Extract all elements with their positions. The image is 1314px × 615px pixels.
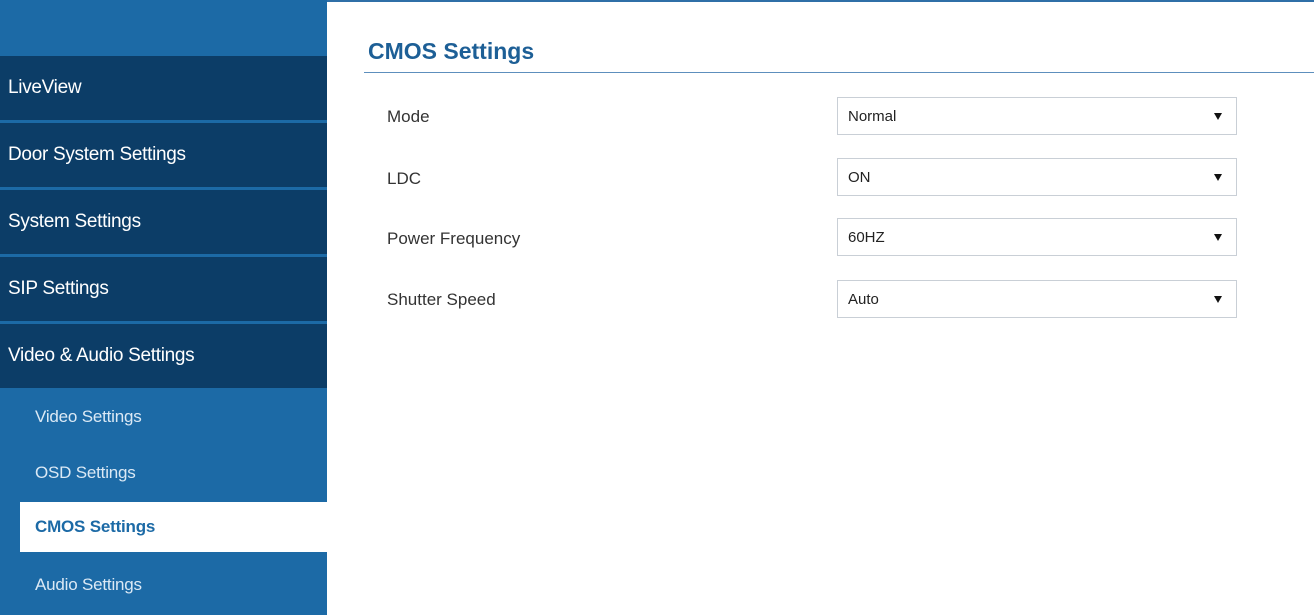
shutter-speed-label: Shutter Speed xyxy=(387,290,496,309)
sidebar-subitem-video-settings[interactable]: Video Settings xyxy=(0,392,327,442)
sidebar-subitem-cmos-settings[interactable]: CMOS Settings xyxy=(20,502,327,552)
chevron-down-icon xyxy=(1214,113,1222,120)
mode-select[interactable]: Normal xyxy=(837,97,1237,135)
sidebar-item-system-settings[interactable]: System Settings xyxy=(0,190,327,254)
sidebar-item-liveview[interactable]: LiveView xyxy=(0,56,327,120)
shutter-speed-select[interactable]: Auto xyxy=(837,280,1237,318)
sidebar-subitem-label: OSD Settings xyxy=(35,463,136,482)
sidebar-item-label: Video & Audio Settings xyxy=(8,345,195,366)
ldc-select-value: ON xyxy=(848,168,871,186)
sidebar-item-sip-settings[interactable]: SIP Settings xyxy=(0,257,327,321)
ldc-label: LDC xyxy=(387,169,422,188)
chevron-down-icon xyxy=(1214,234,1222,241)
sidebar-subitem-label: Audio Settings xyxy=(35,575,142,594)
sidebar-header xyxy=(0,2,327,56)
sidebar-item-label: System Settings xyxy=(8,211,141,232)
sidebar-item-video-audio-settings[interactable]: Video & Audio Settings xyxy=(0,324,327,388)
chevron-down-icon xyxy=(1214,296,1222,303)
mode-label: Mode xyxy=(387,107,430,126)
mode-select-value: Normal xyxy=(848,107,897,125)
page-title: CMOS Settings xyxy=(368,38,535,64)
title-divider xyxy=(364,72,1314,73)
main-content: CMOS Settings Mode Normal LDC ON Power F… xyxy=(327,0,1314,615)
sidebar-item-door-system-settings[interactable]: Door System Settings xyxy=(0,123,327,187)
sidebar-item-label: SIP Settings xyxy=(8,278,109,299)
sidebar-item-label: LiveView xyxy=(8,77,82,98)
sidebar: LiveView Door System Settings System Set… xyxy=(0,0,327,615)
power-frequency-select[interactable]: 60HZ xyxy=(837,218,1237,256)
sidebar-subitem-label: CMOS Settings xyxy=(35,517,156,536)
sidebar-subitem-label: Video Settings xyxy=(35,407,142,426)
shutter-speed-select-value: Auto xyxy=(848,290,879,308)
sidebar-subitem-audio-settings[interactable]: Audio Settings xyxy=(0,560,327,610)
sidebar-item-label: Door System Settings xyxy=(8,144,186,165)
chevron-down-icon xyxy=(1214,174,1222,181)
power-frequency-select-value: 60HZ xyxy=(848,228,885,246)
sidebar-subitem-osd-settings[interactable]: OSD Settings xyxy=(0,448,327,498)
power-frequency-label: Power Frequency xyxy=(387,229,521,248)
ldc-select[interactable]: ON xyxy=(837,158,1237,196)
